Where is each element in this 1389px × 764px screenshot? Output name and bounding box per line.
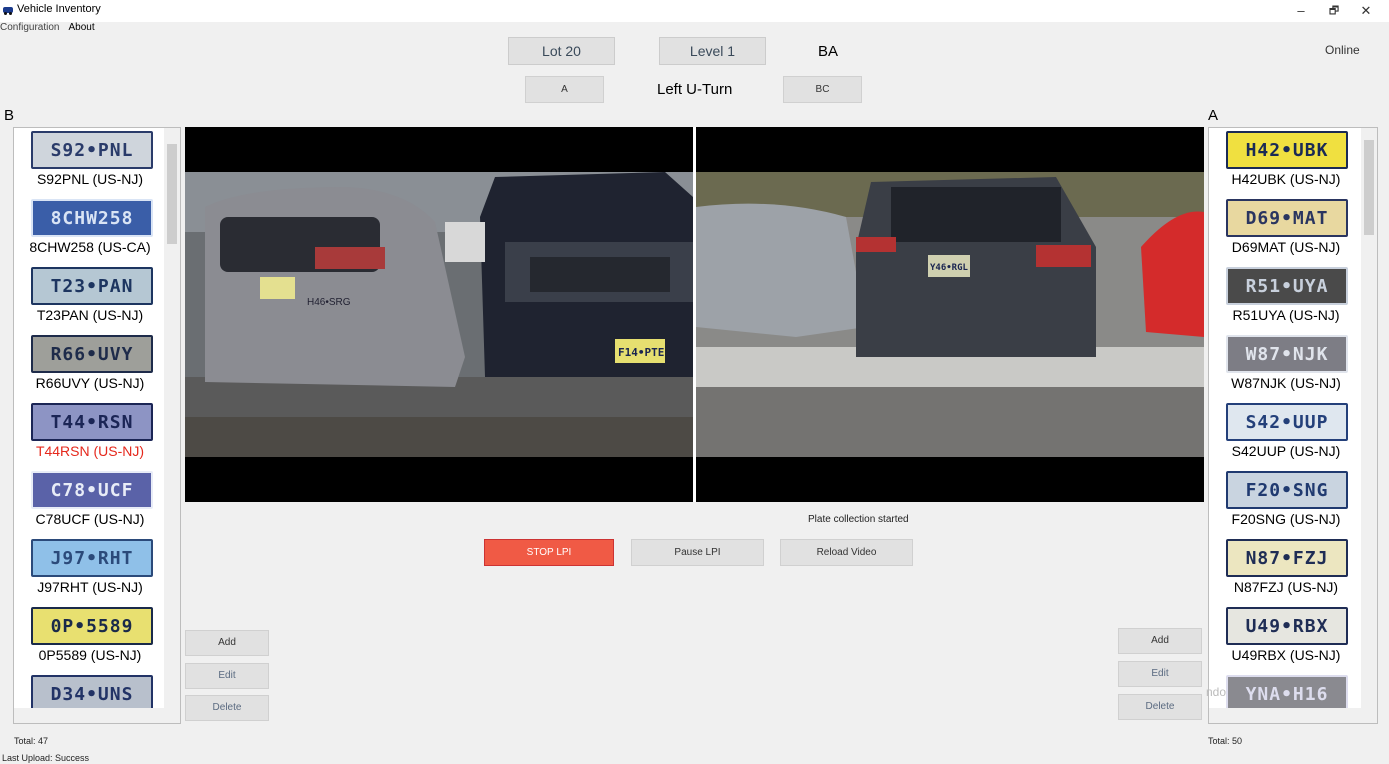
right_panel-plate-image[interactable]: R51•UYA bbox=[1226, 267, 1348, 305]
right_panel-plate-caption[interactable]: N87FZJ (US-NJ) bbox=[1209, 579, 1363, 595]
right_panel-plate-image[interactable]: N87•FZJ bbox=[1226, 539, 1348, 577]
zone-label: BA bbox=[818, 43, 839, 60]
connection-status: Online bbox=[1325, 43, 1360, 57]
left_panel-plate-caption[interactable]: J97RHT (US-NJ) bbox=[14, 579, 166, 595]
right-add-button[interactable]: Add bbox=[1118, 628, 1202, 654]
left-edit-button[interactable]: Edit bbox=[185, 663, 269, 689]
lot-selector[interactable]: Lot 20 bbox=[508, 37, 615, 65]
reload-video-button[interactable]: Reload Video bbox=[780, 539, 913, 566]
left_panel-plate-image[interactable]: C78•UCF bbox=[31, 471, 153, 509]
collection-status: Plate collection started bbox=[808, 514, 909, 525]
left-panel-label: B bbox=[4, 107, 15, 124]
stop-lpi-button[interactable]: STOP LPI bbox=[484, 539, 614, 566]
left_panel-plate-caption[interactable]: T44RSN (US-NJ) bbox=[14, 443, 166, 459]
left-total: Total: 47 bbox=[14, 736, 49, 746]
left_panel-plate-caption[interactable]: 0P5589 (US-NJ) bbox=[14, 647, 166, 663]
left_panel-horizontal-scrollbar[interactable] bbox=[14, 708, 180, 723]
left_panel-plate-image[interactable]: 0P•5589 bbox=[31, 607, 153, 645]
right_panel-plate-caption[interactable]: D69MAT (US-NJ) bbox=[1209, 239, 1363, 255]
right_panel-plate-caption[interactable]: F20SNG (US-NJ) bbox=[1209, 511, 1363, 527]
title-bar: Vehicle Inventory – 🗗 ✕ bbox=[0, 0, 1389, 22]
right_panel-plate-image[interactable]: U49•RBX bbox=[1226, 607, 1348, 645]
left_panel-plate-image[interactable]: J97•RHT bbox=[31, 539, 153, 577]
activation-watermark: ndo bbox=[1206, 685, 1227, 699]
right-total: Total: 50 bbox=[1208, 736, 1243, 746]
pause-lpi-button[interactable]: Pause LPI bbox=[631, 539, 764, 566]
right-panel-label: A bbox=[1208, 107, 1219, 124]
last-upload-status: Last Upload: Success bbox=[2, 753, 90, 763]
right_panel-plate-caption[interactable]: H42UBK (US-NJ) bbox=[1209, 171, 1363, 187]
left-plate-list[interactable]: S92•PNL S92PNL (US-NJ) 8CHW258 8CHW258 (US-… bbox=[13, 127, 181, 724]
right_panel-plate-image[interactable]: H42•UBK bbox=[1226, 131, 1348, 169]
left_panel-plate-caption[interactable]: T23PAN (US-NJ) bbox=[14, 307, 166, 323]
left_panel-plate-caption[interactable]: C78UCF (US-NJ) bbox=[14, 511, 166, 527]
right-feed-plate: Y46•RGL bbox=[930, 263, 969, 273]
menu-about[interactable]: About bbox=[68, 22, 94, 33]
direction-a-button[interactable]: A bbox=[525, 76, 604, 103]
left-camera-feed: H46•SRG F14•PTE bbox=[185, 127, 693, 502]
car-app-icon bbox=[2, 3, 14, 15]
left_panel-plate-caption[interactable]: R66UVY (US-NJ) bbox=[14, 375, 166, 391]
right_panel-plate-image[interactable]: W87•NJK bbox=[1226, 335, 1348, 373]
right_panel-plate-image[interactable]: D69•MAT bbox=[1226, 199, 1348, 237]
right_panel-plate-caption[interactable]: U49RBX (US-NJ) bbox=[1209, 647, 1363, 663]
menu-bar: Configuration About bbox=[0, 22, 95, 36]
direction-label: Left U-Turn bbox=[657, 81, 733, 98]
left_panel-plate-image[interactable]: S92•PNL bbox=[31, 131, 153, 169]
right-delete-button[interactable]: Delete bbox=[1118, 694, 1202, 720]
right_panel-plate-image[interactable]: F20•SNG bbox=[1226, 471, 1348, 509]
level-selector[interactable]: Level 1 bbox=[659, 37, 766, 65]
right-edit-button[interactable]: Edit bbox=[1118, 661, 1202, 687]
left_panel-plate-image[interactable]: R66•UVY bbox=[31, 335, 153, 373]
left_panel-plate-image[interactable]: 8CHW258 bbox=[31, 199, 153, 237]
direction-bc-button[interactable]: BC bbox=[783, 76, 862, 103]
right_panel-plate-caption[interactable]: R51UYA (US-NJ) bbox=[1209, 307, 1363, 323]
left_panel-plate-image[interactable]: T44•RSN bbox=[31, 403, 153, 441]
window-title: Vehicle Inventory bbox=[17, 3, 101, 15]
right_panel-vertical-scrollbar[interactable] bbox=[1361, 128, 1377, 708]
left-add-button[interactable]: Add bbox=[185, 630, 269, 656]
right_panel-plate-caption[interactable]: W87NJK (US-NJ) bbox=[1209, 375, 1363, 391]
menu-configuration[interactable]: Configuration bbox=[0, 22, 59, 33]
left-feed-plate: F14•PTE bbox=[618, 346, 664, 359]
left_panel-plate-caption[interactable]: S92PNL (US-NJ) bbox=[14, 171, 166, 187]
right_panel-plate-caption[interactable]: S42UUP (US-NJ) bbox=[1209, 443, 1363, 459]
right_panel-horizontal-scrollbar[interactable] bbox=[1209, 708, 1377, 723]
right_panel-plate-image[interactable]: S42•UUP bbox=[1226, 403, 1348, 441]
close-button[interactable]: ✕ bbox=[1346, 0, 1386, 22]
left_panel-plate-caption[interactable]: 8CHW258 (US-CA) bbox=[14, 239, 166, 255]
left_panel-vertical-scrollbar[interactable] bbox=[164, 128, 180, 708]
right_panel-scroll-thumb[interactable] bbox=[1364, 140, 1374, 235]
left_panel-scroll-thumb[interactable] bbox=[167, 144, 177, 244]
right-camera-feed: Y46•RGL bbox=[696, 127, 1204, 502]
left-feed-plate-small: H46•SRG bbox=[307, 297, 351, 308]
right-plate-list[interactable]: H42•UBK H42UBK (US-NJ) D69•MAT D69MAT (US-N… bbox=[1208, 127, 1378, 724]
left_panel-plate-image[interactable]: T23•PAN bbox=[31, 267, 153, 305]
left-delete-button[interactable]: Delete bbox=[185, 695, 269, 721]
